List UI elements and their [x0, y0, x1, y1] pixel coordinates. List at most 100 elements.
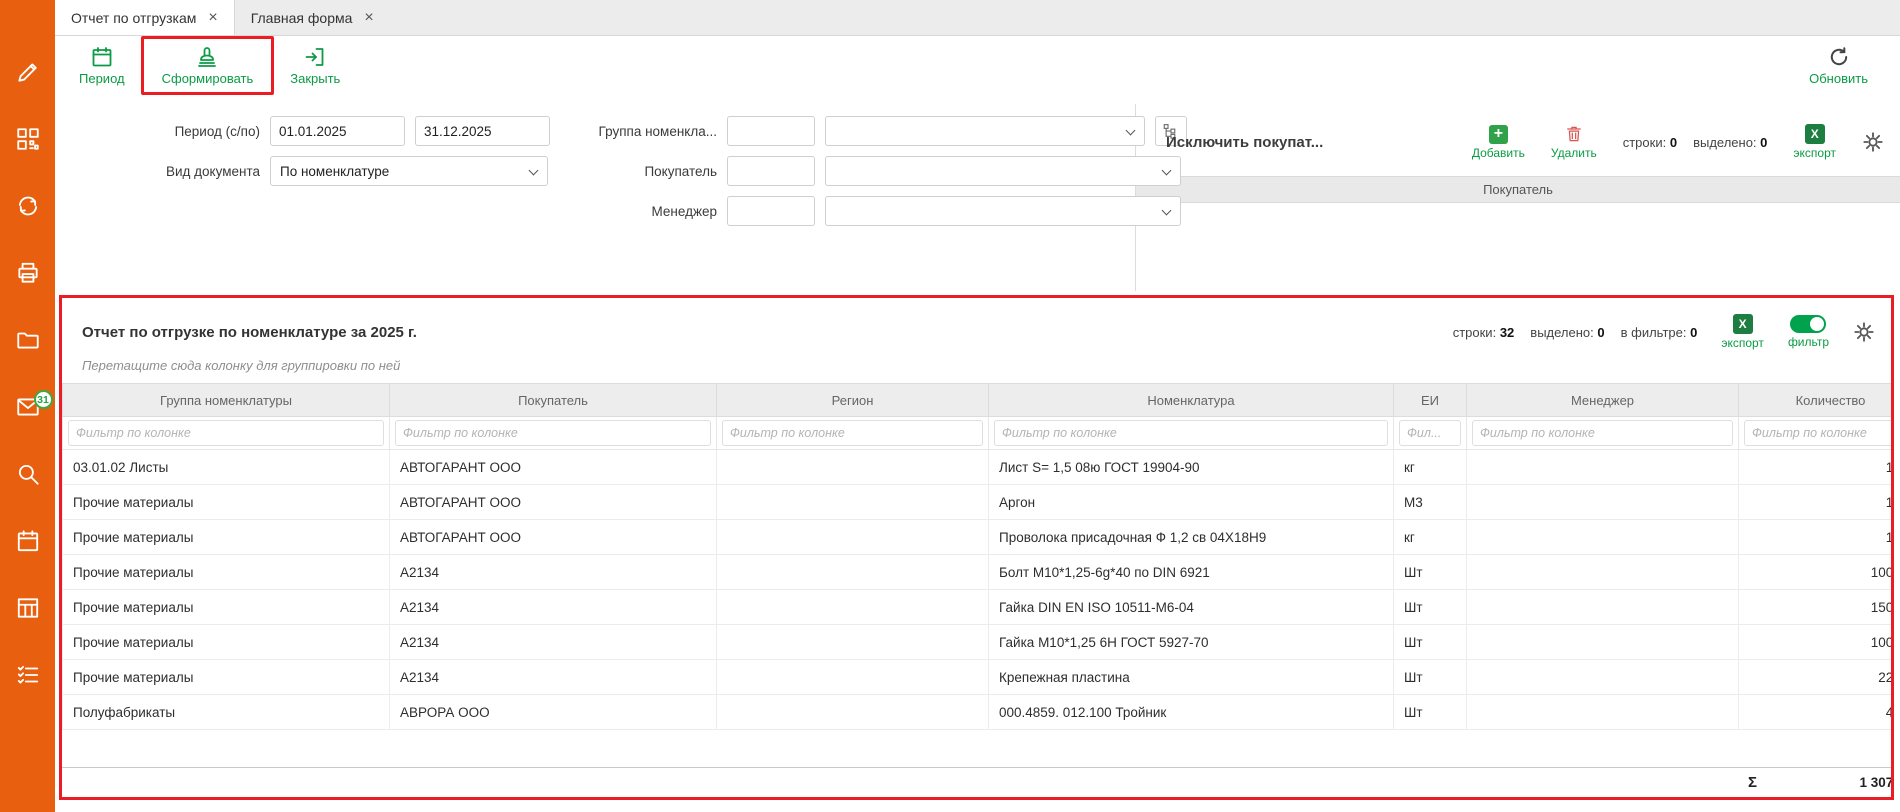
column-filter-input[interactable] — [994, 420, 1388, 446]
add-button[interactable]: + Добавить — [1472, 125, 1525, 160]
report-table-body: 03.01.02 ЛистыАВТОГАРАНТ ОООЛист S= 1,5 … — [63, 450, 1892, 730]
column-filter-input[interactable] — [395, 420, 711, 446]
stamp-icon — [195, 45, 219, 69]
column-header[interactable]: ЕИ — [1394, 384, 1467, 417]
edit-icon[interactable] — [14, 58, 42, 86]
table-cell: АВТОГАРАНТ ООО — [390, 450, 717, 485]
chevron-down-icon — [1162, 206, 1172, 216]
report-grid-icon[interactable] — [14, 594, 42, 622]
tab-main-form[interactable]: Главная форма × — [235, 0, 390, 35]
generate-button-label: Сформировать — [162, 71, 254, 86]
export-excel-button[interactable]: X экспорт — [1793, 124, 1836, 160]
nomenclature-group-select[interactable] — [825, 116, 1145, 146]
settings-button[interactable] — [1853, 321, 1875, 343]
column-header[interactable]: Группа номенклатуры — [63, 384, 390, 417]
column-filter-input[interactable] — [68, 420, 384, 446]
table-row[interactable]: Прочие материалыАВТОГАРАНТ ОООПроволока … — [63, 520, 1892, 555]
column-header[interactable]: Регион — [717, 384, 989, 417]
table-cell — [717, 555, 989, 590]
table-cell — [717, 520, 989, 555]
doc-type-select[interactable]: По номенклатуре — [270, 156, 548, 186]
table-row[interactable]: Прочие материалыАВТОГАРАНТ ОООАргонМ31.0… — [63, 485, 1892, 520]
table-cell: Шт — [1394, 660, 1467, 695]
delete-button[interactable]: Удалить — [1551, 124, 1597, 160]
period-to-input[interactable] — [415, 116, 550, 146]
table-row[interactable]: Прочие материалыА2134Болт М10*1,25-6g*40… — [63, 555, 1892, 590]
mail-icon[interactable]: 31 — [14, 393, 42, 421]
table-cell — [1467, 520, 1739, 555]
export-excel-button[interactable]: X экспорт — [1721, 314, 1764, 350]
table-cell: А2134 — [390, 590, 717, 625]
printer-icon[interactable] — [14, 259, 42, 287]
table-row[interactable]: 03.01.02 ЛистыАВТОГАРАНТ ОООЛист S= 1,5 … — [63, 450, 1892, 485]
gear-icon — [1862, 131, 1884, 153]
report-title: Отчет по отгрузке по номенклатуре за 202… — [82, 324, 417, 341]
buyer-select[interactable] — [825, 156, 1181, 186]
table-cell: Гайка DIN EN ISO 10511-М6-04 — [989, 590, 1394, 625]
tab-shipment-report[interactable]: Отчет по отгрузкам × — [55, 0, 235, 35]
column-header[interactable]: Менеджер — [1467, 384, 1739, 417]
summary-row: Σ 1 307.26 — [62, 767, 1891, 797]
report-stats: строки: 32 выделено: 0 в фильтре: 0 — [1453, 325, 1698, 340]
exclude-column-header[interactable]: Покупатель — [1136, 176, 1900, 203]
mail-badge: 31 — [34, 390, 53, 409]
close-icon[interactable]: × — [364, 10, 373, 26]
table-row[interactable]: Прочие материалыА2134Крепежная пластинаШ… — [63, 660, 1892, 695]
table-cell: Шт — [1394, 555, 1467, 590]
column-filter-input[interactable] — [1744, 420, 1891, 446]
close-form-button[interactable]: Закрыть — [280, 41, 350, 90]
table-cell: М3 — [1394, 485, 1467, 520]
column-filter-input[interactable] — [722, 420, 983, 446]
table-cell — [717, 450, 989, 485]
toggle-on-icon[interactable] — [1790, 315, 1826, 333]
folder-icon[interactable] — [14, 326, 42, 354]
refresh-button[interactable]: Обновить — [1799, 41, 1878, 90]
table-cell: Крепежная пластина — [989, 660, 1394, 695]
column-header[interactable]: Покупатель — [390, 384, 717, 417]
delete-button-label: Удалить — [1551, 146, 1597, 160]
exclude-panel-title: Исключить покупат... — [1166, 134, 1323, 151]
table-row[interactable]: Прочие материалыА2134Гайка М10*1,25 6Н Г… — [63, 625, 1892, 660]
trash-icon — [1564, 124, 1584, 144]
tab-bar: Отчет по отгрузкам × Главная форма × — [55, 0, 1900, 36]
table-row[interactable]: Прочие материалыА2134 Гайка DIN EN ISO 10… — [63, 590, 1892, 625]
excel-icon: X — [1733, 314, 1753, 334]
period-button[interactable]: Период — [69, 41, 135, 90]
column-header[interactable]: Количество — [1739, 384, 1892, 417]
sync-icon[interactable] — [14, 192, 42, 220]
sidebar: 31 — [0, 0, 55, 812]
table-cell: Прочие материалы — [63, 660, 390, 695]
qr-grid-icon[interactable] — [14, 125, 42, 153]
table-row[interactable]: ПолуфабрикатыАВРОРА ООО000.4859. 012.100… — [63, 695, 1892, 730]
group-by-drop-hint: Перетащите сюда колонку для группировки … — [62, 354, 1891, 383]
nomenclature-group-label: Группа номенкла... — [555, 124, 727, 139]
export-label: экспорт — [1721, 336, 1764, 350]
search-icon[interactable] — [14, 460, 42, 488]
tasks-icon[interactable] — [14, 661, 42, 689]
rows-count-label: строки: — [1623, 135, 1666, 150]
column-filter-input[interactable] — [1399, 420, 1461, 446]
column-header[interactable]: Номенклатура — [989, 384, 1394, 417]
app-window: 31 Отчет по отгрузкам × Главная форма × — [0, 0, 1900, 812]
table-cell — [717, 590, 989, 625]
sigma-icon: Σ — [1748, 774, 1757, 791]
filter-toggle[interactable]: фильтр — [1788, 315, 1829, 349]
close-icon[interactable]: × — [208, 10, 217, 26]
manager-code-input[interactable] — [727, 196, 815, 226]
table-cell — [717, 485, 989, 520]
table-cell — [1467, 485, 1739, 520]
generate-button[interactable]: Сформировать — [152, 41, 264, 90]
nomenclature-group-code-input[interactable] — [727, 116, 815, 146]
settings-button[interactable] — [1862, 131, 1884, 153]
manager-select[interactable] — [825, 196, 1181, 226]
buyer-code-input[interactable] — [727, 156, 815, 186]
table-cell: 1.00 — [1739, 450, 1892, 485]
table-cell: Прочие материалы — [63, 590, 390, 625]
table-cell: Шт — [1394, 695, 1467, 730]
column-filter-input[interactable] — [1472, 420, 1733, 446]
table-cell: Прочие материалы — [63, 555, 390, 590]
report-table-wrapper: Группа номенклатуры Покупатель Регион Но… — [62, 383, 1891, 730]
calendar-icon[interactable] — [14, 527, 42, 555]
period-range-label: Период (с/по) — [55, 124, 270, 139]
period-from-input[interactable] — [270, 116, 405, 146]
